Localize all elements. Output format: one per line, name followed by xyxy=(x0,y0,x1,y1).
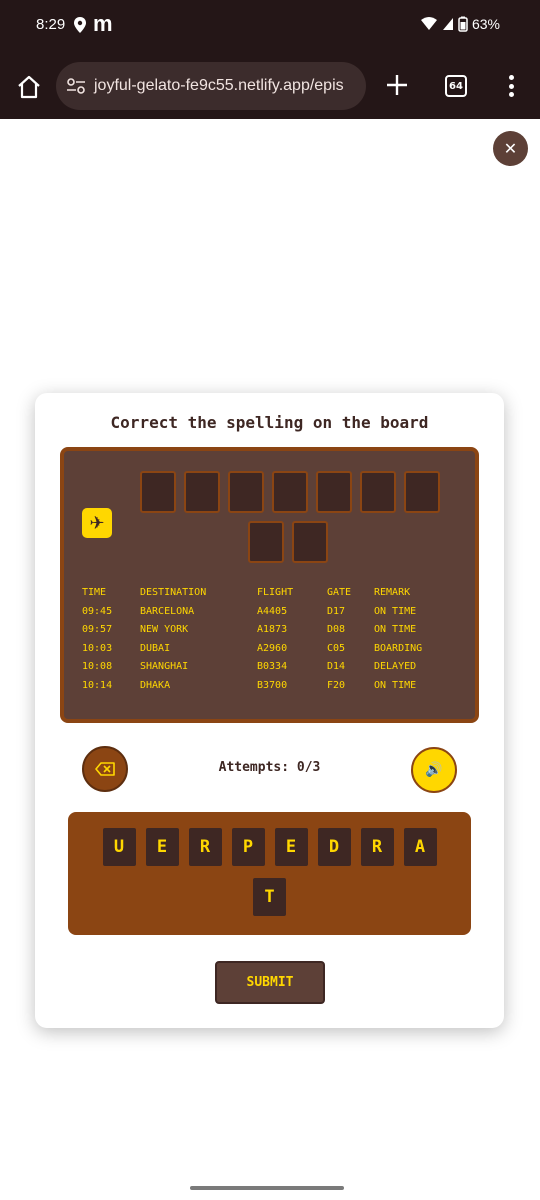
letter-tile[interactable]: T xyxy=(253,878,286,916)
header-gate: GATE xyxy=(327,587,352,598)
cell-remark: DELAYED xyxy=(374,661,417,672)
cell-gate: F20 xyxy=(327,679,346,691)
letter-tray: U E R P E D R A T xyxy=(68,812,471,935)
letter-tile[interactable]: U xyxy=(102,828,136,866)
address-bar[interactable]: joyful-gelato-fe9c55.netlify.app/epis xyxy=(56,62,366,110)
signal-icon xyxy=(442,18,453,30)
answer-slot[interactable] xyxy=(404,471,440,513)
table-row: 10:03 DUBAI A2960 C05 BOARDING xyxy=(82,643,462,662)
letter-tile[interactable]: D xyxy=(317,828,351,866)
letter-tile[interactable]: R xyxy=(360,828,394,866)
battery-percent: 63% xyxy=(471,16,500,32)
status-time: 8:29 xyxy=(36,16,66,33)
status-right-cluster: 63% xyxy=(420,16,500,32)
game-title: Correct the spelling on the board xyxy=(110,413,429,432)
cell-gate: D17 xyxy=(327,605,346,617)
cell-destination: BARCELONA xyxy=(140,605,195,617)
cell-flight: B0334 xyxy=(257,661,288,672)
cell-gate: D08 xyxy=(327,624,346,635)
cell-destination: DHAKA xyxy=(140,679,171,691)
gesture-nav-bar[interactable] xyxy=(190,1186,344,1190)
answer-slot[interactable] xyxy=(316,471,352,513)
letter-tiles-row-2: T xyxy=(68,878,471,916)
table-row: 09:45 BARCELONA A4405 D17 ON TIME xyxy=(82,606,462,625)
letter-tile[interactable]: E xyxy=(274,828,308,866)
cell-time: 09:45 xyxy=(82,605,113,617)
answer-slot[interactable] xyxy=(292,521,328,563)
departure-board: ✈ TIME DESTINATION FLIGHT GATE REMARK 09… xyxy=(60,447,479,723)
cell-destination: DUBAI xyxy=(140,642,171,654)
letter-tile[interactable]: A xyxy=(403,828,437,866)
answer-slot[interactable] xyxy=(140,471,176,513)
letter-tile[interactable]: R xyxy=(188,828,222,866)
cell-gate: D14 xyxy=(327,661,346,672)
letter-tile[interactable]: E xyxy=(145,828,179,866)
flight-table: TIME DESTINATION FLIGHT GATE REMARK 09:4… xyxy=(82,587,462,698)
header-destination: DESTINATION xyxy=(140,587,207,598)
location-pin-icon xyxy=(74,17,86,33)
cell-gate: C05 xyxy=(327,642,346,654)
table-row: 09:57 NEW YORK A1873 D08 ON TIME xyxy=(82,624,462,643)
letter-tiles-row-1: U E R P E D R A xyxy=(68,828,471,866)
answer-slot[interactable] xyxy=(272,471,308,513)
cell-time: 09:57 xyxy=(82,624,113,635)
cell-remark: ON TIME xyxy=(374,679,417,691)
new-tab-icon[interactable] xyxy=(384,72,410,98)
answer-slot[interactable] xyxy=(248,521,284,563)
cell-remark: ON TIME xyxy=(374,624,417,635)
answer-slot[interactable] xyxy=(184,471,220,513)
cell-time: 10:03 xyxy=(82,642,113,654)
header-time: TIME xyxy=(82,587,107,598)
cell-flight: A4405 xyxy=(257,605,288,617)
answer-slots-row-1 xyxy=(140,471,440,513)
cell-flight: A2960 xyxy=(257,642,288,654)
letter-tile[interactable]: P xyxy=(231,828,265,866)
more-menu-icon[interactable] xyxy=(503,72,519,100)
cell-remark: BOARDING xyxy=(374,642,423,654)
answer-slot[interactable] xyxy=(228,471,264,513)
tab-switcher-button[interactable]: 64 xyxy=(445,75,467,97)
table-row: 10:14 DHAKA B3700 F20 ON TIME xyxy=(82,680,462,699)
game-card: Correct the spelling on the board ✈ TIME… xyxy=(35,393,504,1028)
cell-time: 10:08 xyxy=(82,661,113,672)
messenger-app-icon: m xyxy=(93,11,113,36)
table-row: 10:08 SHANGHAI B0334 D14 DELAYED xyxy=(82,661,462,680)
cell-destination: SHANGHAI xyxy=(140,661,189,672)
cell-flight: A1873 xyxy=(257,624,288,635)
sound-button[interactable]: 🔊 xyxy=(411,747,457,793)
answer-slots-row-2 xyxy=(248,521,328,563)
header-flight: FLIGHT xyxy=(257,587,294,598)
cell-destination: NEW YORK xyxy=(140,624,189,635)
close-button[interactable]: ✕ xyxy=(493,131,528,166)
plane-icon: ✈ xyxy=(82,508,112,538)
cell-remark: ON TIME xyxy=(374,605,417,617)
browser-toolbar: joyful-gelato-fe9c55.netlify.app/epis 64 xyxy=(0,52,540,119)
flight-table-header: TIME DESTINATION FLIGHT GATE REMARK xyxy=(82,587,462,606)
submit-button[interactable]: SUBMIT xyxy=(215,961,325,1004)
speaker-icon: 🔊 xyxy=(425,762,443,778)
home-icon[interactable] xyxy=(16,74,42,100)
site-settings-icon[interactable] xyxy=(66,78,86,94)
header-remark: REMARK xyxy=(374,587,411,598)
wifi-icon xyxy=(420,17,437,30)
cell-time: 10:14 xyxy=(82,679,113,691)
cell-flight: B3700 xyxy=(257,679,288,691)
status-bar: 8:29 m 63% xyxy=(0,0,540,52)
url-text: joyful-gelato-fe9c55.netlify.app/epis xyxy=(94,77,344,94)
answer-slot[interactable] xyxy=(360,471,396,513)
battery-icon xyxy=(458,16,468,32)
